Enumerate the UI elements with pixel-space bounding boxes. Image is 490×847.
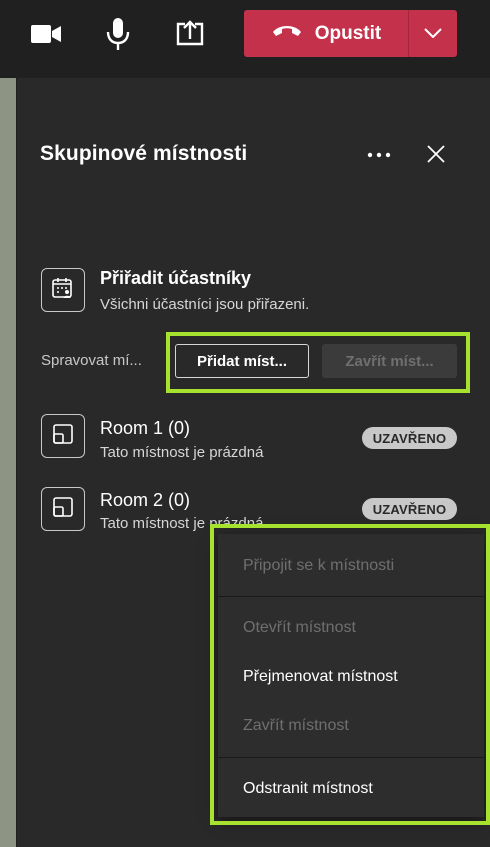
assign-participants-status: Všichni účastníci jsou přiřazeni. bbox=[100, 296, 310, 313]
hang-up-icon bbox=[271, 23, 303, 45]
panel-title: Skupinové místnosti bbox=[40, 142, 248, 165]
more-options-icon[interactable] bbox=[364, 142, 394, 168]
room-2-status-badge: UZAVŘENO bbox=[362, 498, 457, 520]
microphone-icon[interactable] bbox=[96, 14, 140, 54]
meeting-toolbar: Opustit bbox=[0, 0, 490, 78]
close-icon[interactable] bbox=[422, 140, 450, 168]
assign-participants-tile[interactable] bbox=[41, 268, 85, 312]
highlight-box-menu bbox=[210, 524, 490, 825]
chevron-down-icon bbox=[424, 25, 442, 43]
room-2-tile[interactable] bbox=[41, 487, 85, 531]
highlight-box-buttons bbox=[166, 332, 470, 393]
room-1-name[interactable]: Room 1 (0) bbox=[100, 418, 190, 439]
assign-participants-title[interactable]: Přiřadit účastníky bbox=[100, 268, 251, 289]
camera-icon[interactable] bbox=[24, 14, 68, 54]
room-2-name[interactable]: Room 2 (0) bbox=[100, 490, 190, 511]
manage-rooms-label: Spravovat mí... bbox=[41, 352, 142, 369]
video-background bbox=[0, 78, 16, 847]
room-1-tile[interactable] bbox=[41, 414, 85, 458]
leave-button-label: Opustit bbox=[314, 22, 382, 44]
share-screen-icon[interactable] bbox=[168, 14, 212, 54]
leave-button[interactable]: Opustit bbox=[244, 10, 408, 57]
room-1-status-text: Tato místnost je prázdná bbox=[100, 444, 264, 461]
calendar-people-icon bbox=[51, 276, 75, 305]
room-icon bbox=[51, 422, 75, 451]
leave-options-button[interactable] bbox=[409, 10, 457, 57]
room-icon bbox=[51, 495, 75, 524]
room-1-status-badge: UZAVŘENO bbox=[362, 427, 457, 449]
